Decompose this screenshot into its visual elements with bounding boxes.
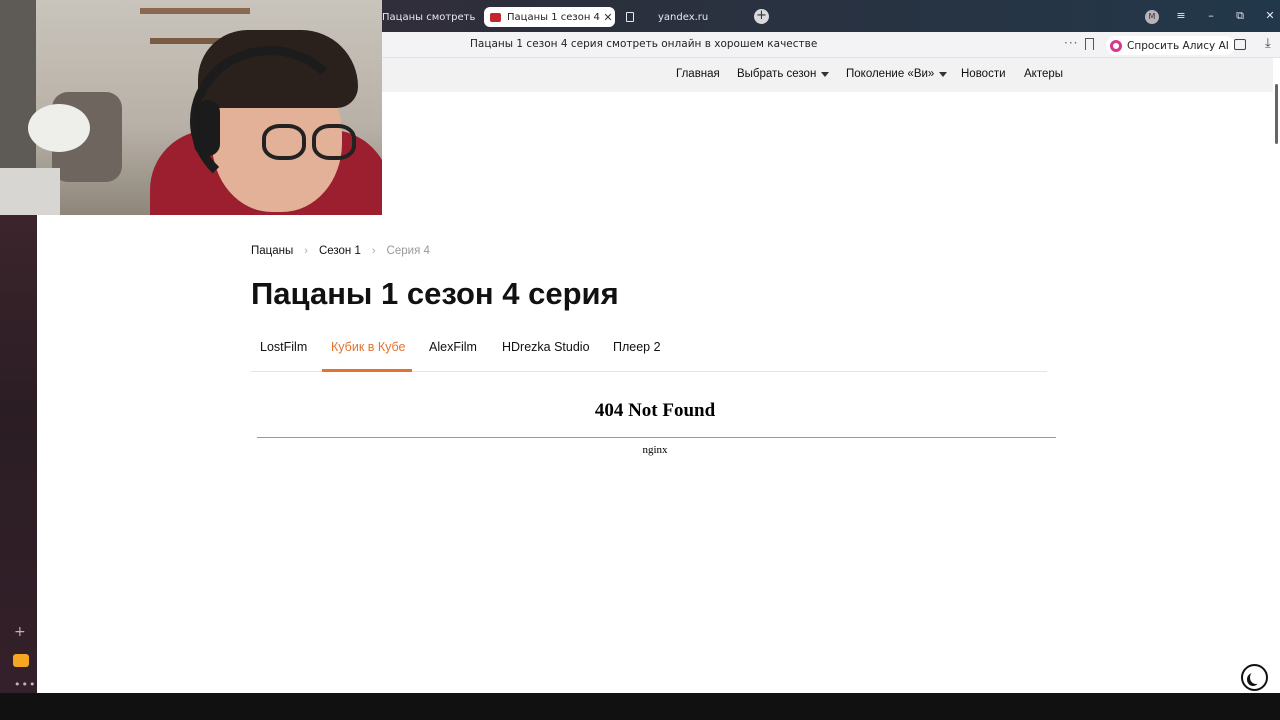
chevron-right-icon: › <box>371 245 376 257</box>
tab-player-2[interactable]: Плеер 2 <box>613 340 661 354</box>
nav-news[interactable]: Новости <box>961 68 1006 80</box>
nav-gen-v[interactable]: Поколение «Ви» <box>846 68 948 80</box>
ask-alice-button[interactable]: Спросить Алису AI <box>1106 36 1235 55</box>
glasses-icon <box>312 124 356 160</box>
sidebar-add-icon[interactable]: + <box>14 624 26 640</box>
dark-mode-button[interactable] <box>1241 664 1268 691</box>
tab-hdrezka-studio[interactable]: HDrezka Studio <box>502 340 590 354</box>
chevron-right-icon: › <box>304 245 308 257</box>
tab-label: yandex.ru <box>658 11 709 23</box>
bookmark-icon[interactable] <box>1085 38 1094 50</box>
translate-icon[interactable] <box>1234 39 1246 50</box>
breadcrumb: Пацаны › Сезон 1 › Серия 4 <box>251 245 430 257</box>
active-tab-indicator <box>322 369 412 372</box>
glasses-icon <box>262 124 306 160</box>
nav-label: Поколение «Ви» <box>846 68 935 80</box>
webcam-background <box>140 8 250 14</box>
tab-label: Пацаны 1 сезон 4 серия <box>507 11 601 23</box>
tab-label: Пацаны смотреть — Яндекс <box>382 11 478 23</box>
scrollbar[interactable] <box>1273 58 1280 693</box>
nav-label: Актеры <box>1024 68 1064 80</box>
mail-icon[interactable] <box>13 654 29 667</box>
document-icon <box>626 12 634 22</box>
breadcrumb-link[interactable]: Пацаны <box>251 245 293 257</box>
browser-tab-active[interactable]: Пацаны 1 сезон 4 серия ✕ <box>484 7 615 27</box>
new-tab-button[interactable]: + <box>754 9 769 24</box>
caret-down-icon <box>821 71 830 77</box>
restore-icon[interactable]: ⧉ <box>1232 9 1248 23</box>
alice-icon <box>1110 39 1122 52</box>
minimize-icon[interactable]: – <box>1203 9 1219 22</box>
sidebar-more-icon[interactable]: ••• <box>14 678 36 691</box>
error-server: nginx <box>642 444 668 456</box>
ask-alice-label: Спросить Алису AI <box>1127 39 1229 52</box>
tab-alexfilm[interactable]: AlexFilm <box>429 340 477 354</box>
tab-kubik-v-kube[interactable]: Кубик в Кубе <box>331 340 406 354</box>
nav-label: Главная <box>676 68 720 80</box>
nav-choose-season[interactable]: Выбрать сезон <box>737 68 830 80</box>
breadcrumb-current: Серия 4 <box>386 245 430 257</box>
divider <box>257 437 1056 438</box>
tab-lostfilm[interactable]: LostFilm <box>260 340 307 354</box>
scrollbar-thumb[interactable] <box>1275 84 1278 144</box>
webcam-overlay <box>0 0 382 215</box>
webcam-background <box>28 104 90 152</box>
caret-down-icon <box>939 71 948 77</box>
nav-home[interactable]: Главная <box>676 68 720 80</box>
more-options-icon[interactable]: ··· <box>1064 36 1078 50</box>
browser-tab[interactable]: Пацаны смотреть — Яндекс <box>382 7 478 27</box>
nav-label: Новости <box>961 68 1006 80</box>
profile-avatar[interactable]: M <box>1145 10 1159 24</box>
webcam-background <box>0 168 60 215</box>
site-favicon-icon <box>490 12 501 22</box>
player-tabs: LostFilm Кубик в Кубе AlexFilm HDrezka S… <box>251 332 1047 372</box>
headphones-icon <box>194 100 220 156</box>
nav-label: Выбрать сезон <box>737 68 817 80</box>
close-window-icon[interactable]: ✕ <box>1262 9 1278 22</box>
address-title[interactable]: Пацаны 1 сезон 4 серия смотреть онлайн в… <box>470 38 817 50</box>
moon-icon <box>1250 671 1262 684</box>
browser-menu-icon[interactable]: ≡ <box>1173 9 1189 22</box>
nav-actors[interactable]: Актеры <box>1024 68 1063 80</box>
close-tab-icon[interactable]: ✕ <box>601 11 615 24</box>
error-title: 404 Not Found <box>594 400 716 421</box>
page-title: Пацаны 1 сезон 4 серия <box>251 276 619 311</box>
download-icon[interactable]: ⤓ <box>1265 36 1271 51</box>
browser-tab[interactable]: yandex.ru <box>624 7 744 27</box>
breadcrumb-link[interactable]: Сезон 1 <box>319 245 361 257</box>
